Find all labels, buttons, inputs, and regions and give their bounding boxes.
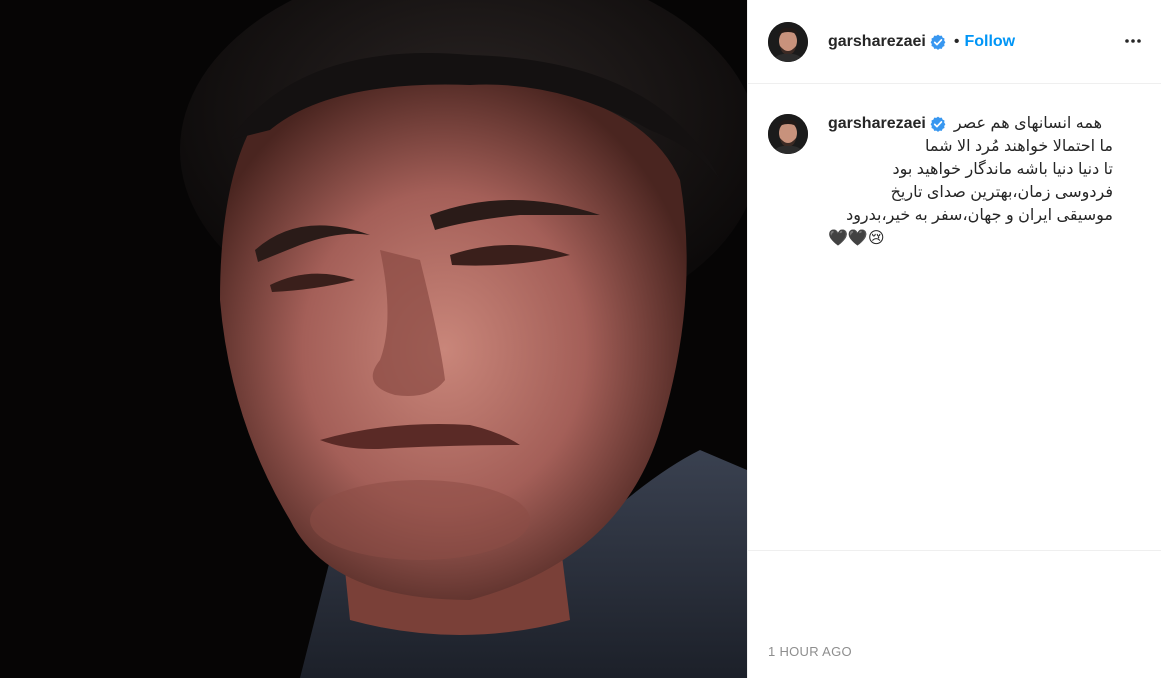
caption-line: موسیقی ایران و جهان،سفر به خیر،بدرود	[846, 207, 1113, 224]
caption-username[interactable]: garsharezaei	[828, 112, 926, 135]
verified-badge-icon	[930, 34, 946, 50]
post-timestamp[interactable]: 1 HOUR AGO	[768, 644, 852, 659]
post-photo[interactable]	[0, 0, 747, 678]
author-avatar[interactable]	[768, 21, 808, 62]
avatar-image	[768, 114, 808, 154]
avatar-image	[768, 21, 808, 62]
author-username[interactable]: garsharezaei	[828, 33, 926, 51]
follow-button[interactable]: Follow	[964, 33, 1015, 51]
caption-text: garsharezaei همه انسانهای هم عصر ما احتم…	[828, 112, 1113, 250]
comments-area: garsharezaei همه انسانهای هم عصر ما احتم…	[748, 84, 1161, 550]
verified-badge-icon	[930, 116, 946, 132]
caption-line: همه انسانهای هم عصر	[953, 115, 1103, 132]
caption-author-avatar[interactable]	[768, 114, 808, 154]
caption-emoji-line: 🖤🖤😢	[828, 230, 885, 247]
caption-line: فردوسی زمان،بهترین صدای تاریخ	[890, 184, 1113, 201]
caption-line: ما احتمالا خواهند مُرد الا شما	[925, 138, 1113, 155]
post-footer: 1 HOUR AGO	[748, 550, 1161, 678]
caption-line: تا دنیا دنیا باشه ماندگار خواهید بود	[892, 161, 1114, 178]
post-sidebar: garsharezaei • Follow garsharezaei همه ا…	[747, 0, 1161, 678]
header-separator: •	[953, 32, 960, 50]
caption-comment: garsharezaei همه انسانهای هم عصر ما احتم…	[748, 84, 1161, 250]
post-header: garsharezaei • Follow	[748, 0, 1161, 84]
portrait-image	[0, 0, 747, 678]
instagram-post: garsharezaei • Follow garsharezaei همه ا…	[0, 0, 1161, 678]
more-options-icon[interactable]	[1121, 29, 1145, 53]
